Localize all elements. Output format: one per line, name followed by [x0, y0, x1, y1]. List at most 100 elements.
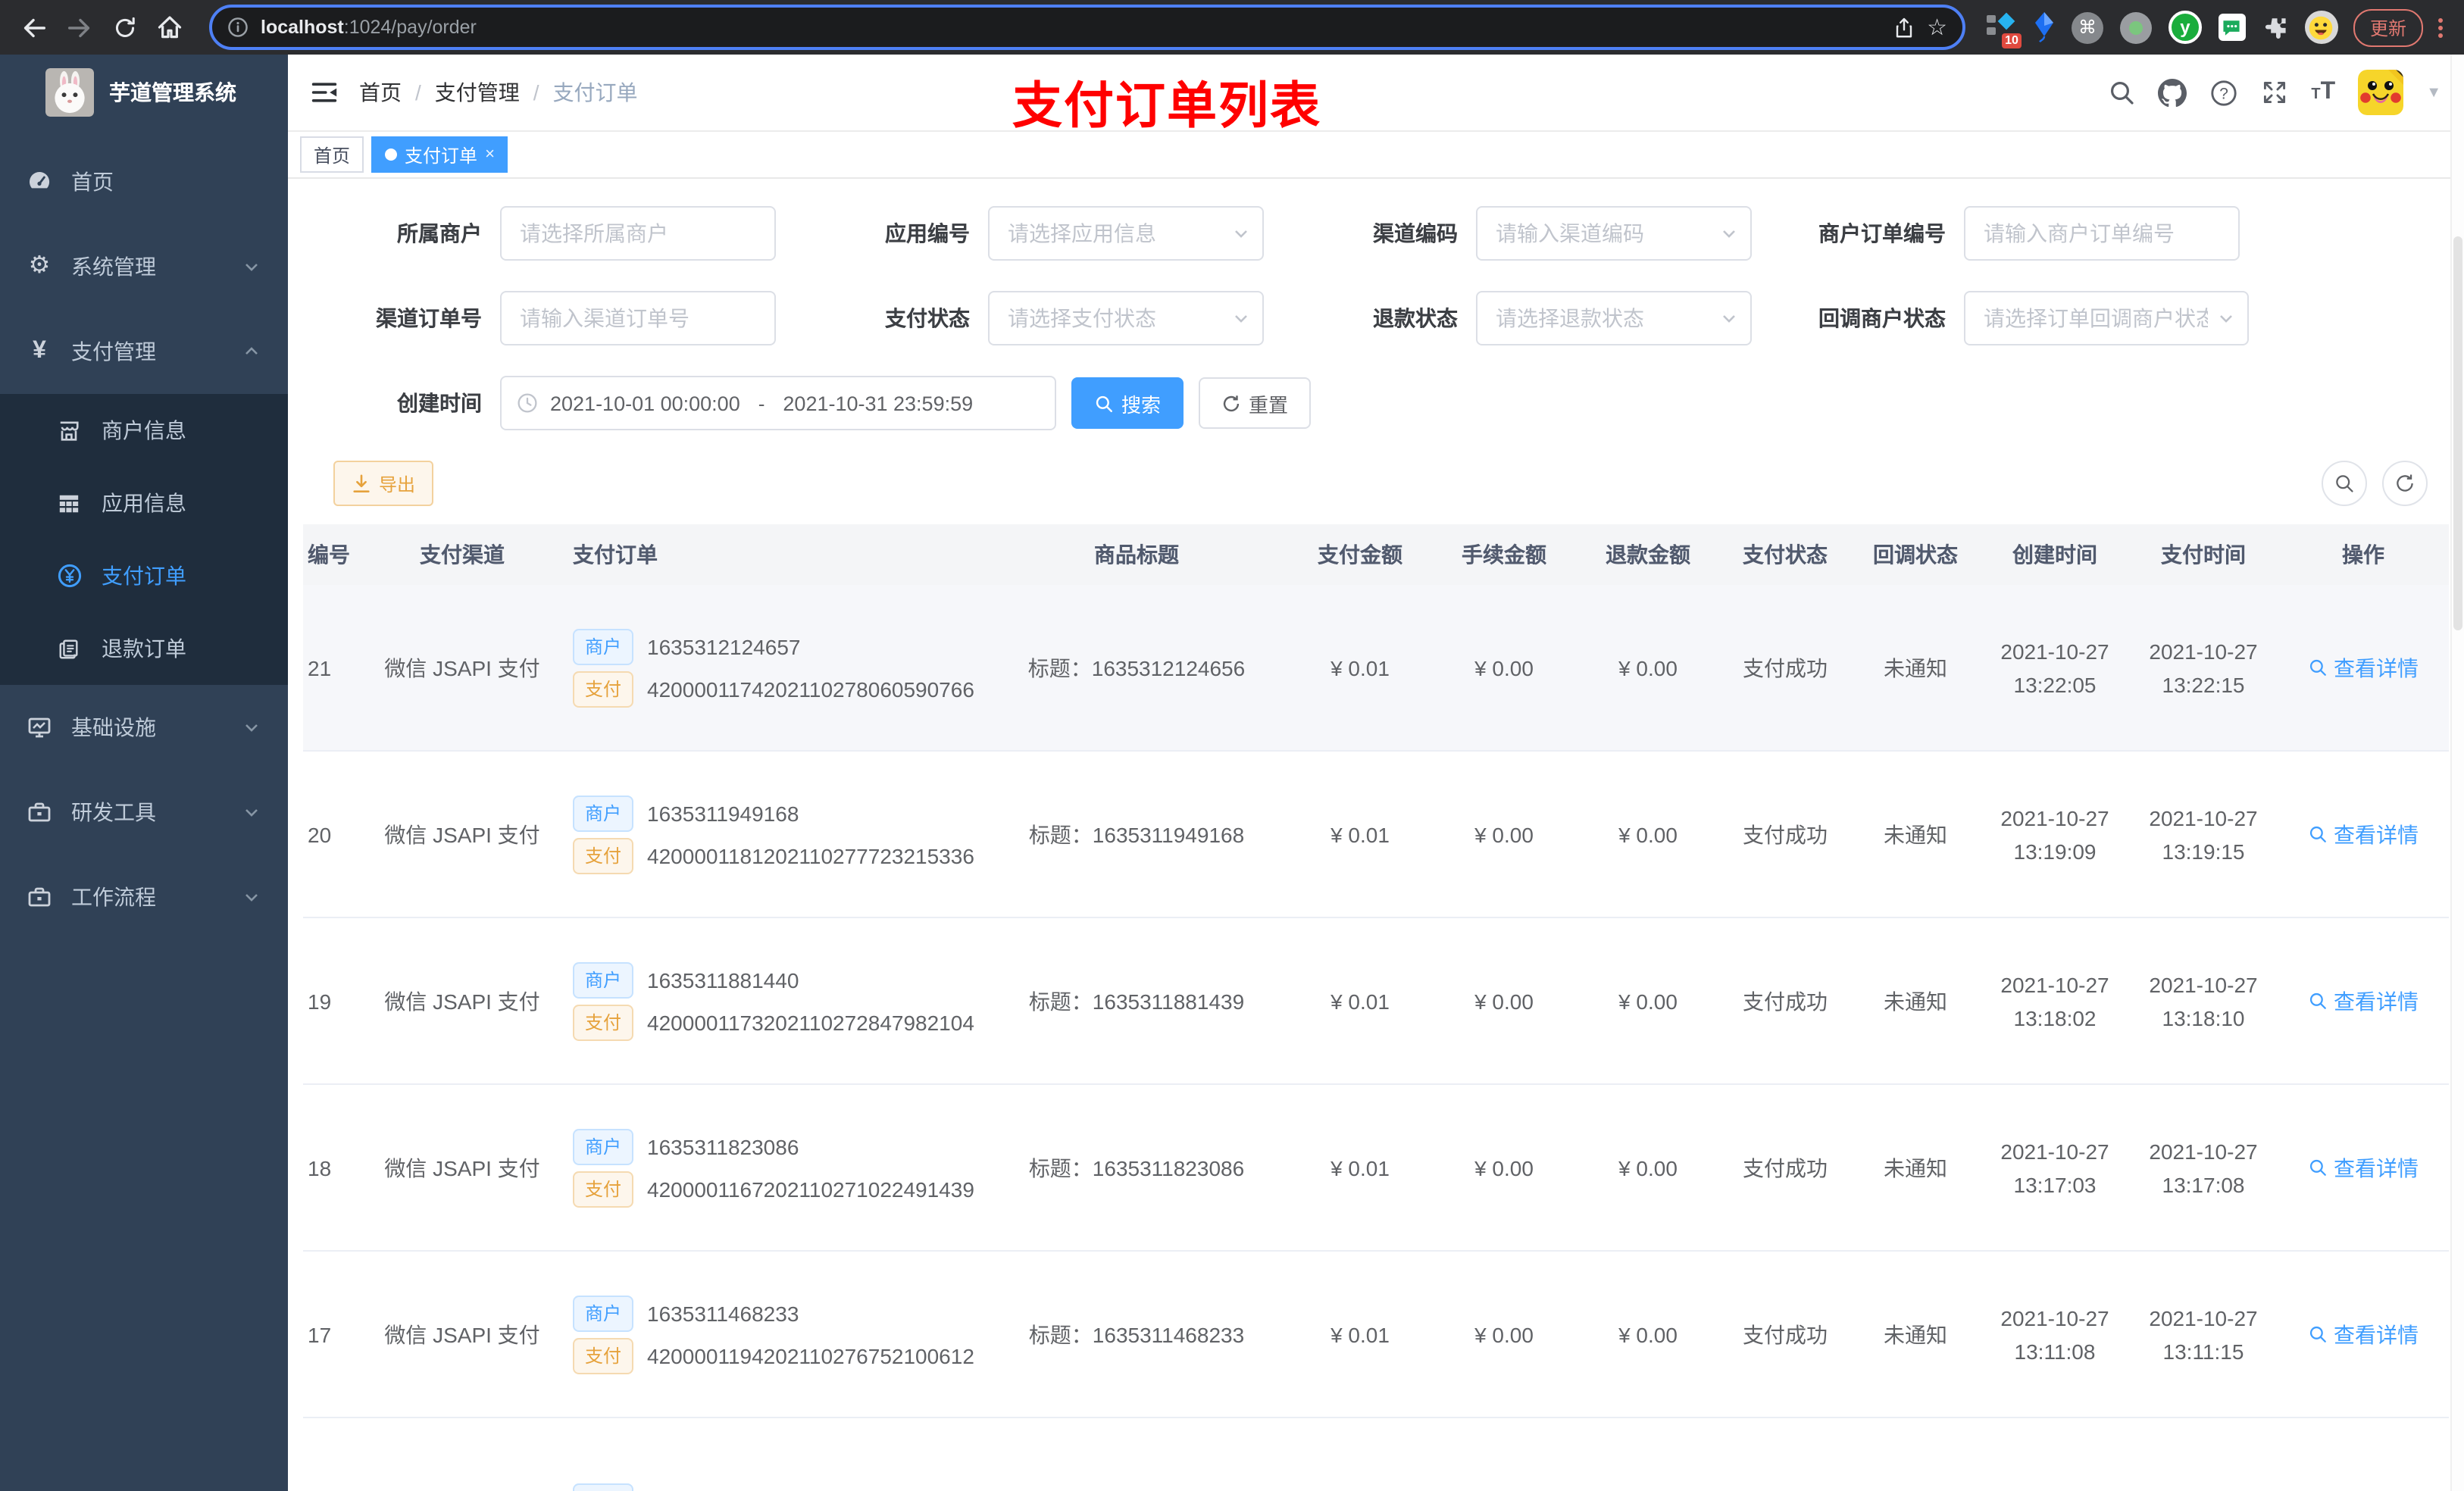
fullscreen-icon[interactable]	[2261, 79, 2288, 106]
sidebar-item-app-info[interactable]: 应用信息	[0, 467, 288, 539]
sidebar-item-label: 首页	[71, 170, 114, 194]
briefcase-icon	[26, 885, 53, 909]
browser-back-button[interactable]	[12, 6, 55, 48]
sidebar-item-pay-order[interactable]: 支付订单	[0, 539, 288, 612]
pay-channel-cell: 微信 JSAPI 支付	[364, 751, 561, 918]
pay-status-cell: 支付成功	[1720, 1251, 1850, 1418]
sidebar-toggle-icon[interactable]	[311, 79, 338, 106]
page-content: 所属商户 应用编号 渠道编码 商户订单编号	[288, 179, 2464, 1491]
column-header-11: 操作	[2278, 524, 2449, 585]
refund-amount-cell: ¥ 0.00	[1576, 917, 1720, 1085]
scrollbar-thumb[interactable]	[2453, 236, 2462, 630]
browser-reload-button[interactable]	[103, 6, 145, 48]
product-title-cell: 标题：1635311881439	[985, 917, 1288, 1085]
extension-y-icon[interactable]: y	[2168, 11, 2202, 44]
date-range-picker[interactable]: 2021-10-01 00:00:00 - 2021-10-31 23:59:5…	[500, 376, 1056, 430]
pay-order-cell: 商户1635311051796	[561, 1418, 985, 1491]
bookmark-star-icon[interactable]: ☆	[1927, 16, 1947, 39]
refresh-table-button[interactable]	[2382, 461, 2428, 506]
reset-button[interactable]: 重置	[1199, 377, 1312, 429]
app-logo[interactable]: 芋道管理系统	[0, 55, 288, 130]
column-header-1: 支付渠道	[364, 524, 561, 585]
extension-kite-icon[interactable]	[2034, 12, 2055, 42]
view-detail-link[interactable]: 查看详情	[2308, 819, 2419, 849]
sidebar-item-workflow[interactable]: 工作流程	[0, 855, 288, 939]
notify-status-cell	[1850, 1418, 1981, 1491]
notify-status-select[interactable]	[1965, 306, 2247, 330]
site-info-icon[interactable]	[227, 17, 249, 38]
export-button[interactable]: 导出	[333, 461, 434, 506]
chevron-down-icon	[1232, 309, 1250, 327]
page-scrollbar[interactable]	[2450, 55, 2464, 1491]
chevron-down-icon	[242, 258, 261, 276]
browser-forward-button[interactable]	[58, 6, 100, 48]
filter-app: 应用编号	[818, 206, 1264, 261]
sidebar-item-label: 支付管理	[71, 339, 156, 364]
extension-emoji-icon[interactable]	[2304, 11, 2338, 44]
fee-amount-cell: ¥ 0.00	[1432, 585, 1576, 752]
fee-amount-cell: ¥ 0.00	[1432, 1251, 1576, 1418]
table-row-partial: 商户1635311051796	[303, 1418, 2449, 1491]
browser-menu-icon[interactable]	[2438, 17, 2443, 37]
sidebar-item-infrastructure[interactable]: 基础设施	[0, 685, 288, 770]
tab-home[interactable]: 首页	[300, 136, 364, 173]
toggle-search-button[interactable]	[2322, 461, 2367, 506]
sidebar-item-refund-order[interactable]: 退款订单	[0, 612, 288, 685]
extension-dot-icon[interactable]	[2119, 11, 2152, 43]
view-detail-link[interactable]: 查看详情	[2308, 1319, 2419, 1349]
sidebar-item-label: 退款订单	[102, 636, 186, 661]
sidebar-item-system[interactable]: ⚙ 系统管理	[0, 224, 288, 309]
font-size-icon[interactable]: TT	[2311, 80, 2335, 105]
search-button[interactable]: 搜索	[1071, 377, 1184, 429]
breadcrumb-pay-manage[interactable]: 支付管理	[435, 77, 520, 108]
action-cell: 查看详情	[2278, 1084, 2449, 1252]
action-cell: 查看详情	[2278, 751, 2449, 918]
table-row: 21 微信 JSAPI 支付 商户 1635312124657 支付 4200001…	[303, 585, 2449, 752]
tab-close-icon[interactable]: ×	[485, 145, 495, 164]
sidebar-item-dev-tools[interactable]: 研发工具	[0, 770, 288, 855]
extension-command-icon[interactable]: ⌘	[2071, 11, 2103, 43]
gear-icon: ⚙	[28, 253, 51, 279]
browser-home-button[interactable]	[149, 6, 191, 48]
share-icon[interactable]	[1892, 16, 1915, 39]
screen: localhost:1024/pay/order ☆ 10 ⌘ y 更新 芋道…	[0, 0, 2464, 1491]
github-icon[interactable]	[2158, 78, 2187, 107]
app-select[interactable]	[990, 221, 1262, 245]
sidebar-item-payment[interactable]: ¥ 支付管理	[0, 309, 288, 394]
pay-status-select[interactable]	[990, 306, 1262, 330]
channel-order-no-input[interactable]	[502, 306, 774, 330]
merchant-order-no-input[interactable]	[1965, 221, 2238, 245]
table-header-row: 编号 支付渠道 支付订单 商品标题 支付金额 手续金额 退款金额 支付状态 回调状态 创建时间 支付…	[303, 524, 2449, 585]
merchant-tag: 商户	[573, 1483, 634, 1491]
extensions-puzzle-icon[interactable]	[2262, 14, 2288, 40]
merchant-input[interactable]	[502, 221, 774, 245]
notify-status-cell: 未通知	[1850, 917, 1981, 1085]
view-detail-link[interactable]: 查看详情	[2308, 1152, 2419, 1183]
browser-update-button[interactable]: 更新	[2353, 8, 2423, 46]
header-search-icon[interactable]	[2108, 79, 2135, 106]
channel-code-select[interactable]	[1477, 221, 1750, 245]
refund-status-select[interactable]	[1477, 306, 1750, 330]
sidebar-item-home[interactable]: 首页	[0, 139, 288, 224]
avatar-caret-icon[interactable]: ▼	[2426, 84, 2441, 101]
help-icon[interactable]: ?	[2209, 78, 2238, 107]
extension-diamond-icon[interactable]: 10	[1984, 11, 2022, 48]
view-detail-link[interactable]: 查看详情	[2308, 652, 2419, 683]
pay-order-cell: 商户 1635311468233 支付 4200001194202110276752…	[561, 1251, 985, 1418]
product-title-cell: 标题：1635311949168	[985, 751, 1288, 918]
pay-channel-cell: 微信 JSAPI 支付	[364, 585, 561, 752]
column-header-8: 回调状态	[1850, 524, 1981, 585]
column-header-5: 手续金额	[1432, 524, 1576, 585]
yen-circle-icon	[56, 564, 82, 588]
user-avatar[interactable]	[2358, 70, 2404, 115]
pay-time-cell: 2021-10-27 13:19:15	[2129, 751, 2278, 918]
tab-pay-order[interactable]: 支付订单 ×	[371, 136, 508, 173]
address-bar[interactable]: localhost:1024/pay/order ☆	[209, 5, 1965, 50]
create-time-cell: 2021-10-27 13:22:05	[1981, 585, 2129, 752]
sidebar-item-merchant-info[interactable]: 商户信息	[0, 394, 288, 467]
extension-chat-icon[interactable]	[2218, 14, 2246, 41]
view-detail-link[interactable]: 查看详情	[2308, 986, 2419, 1016]
notify-status-cell: 未通知	[1850, 1251, 1981, 1418]
chevron-down-icon	[242, 803, 261, 821]
breadcrumb-home[interactable]: 首页	[359, 77, 402, 108]
